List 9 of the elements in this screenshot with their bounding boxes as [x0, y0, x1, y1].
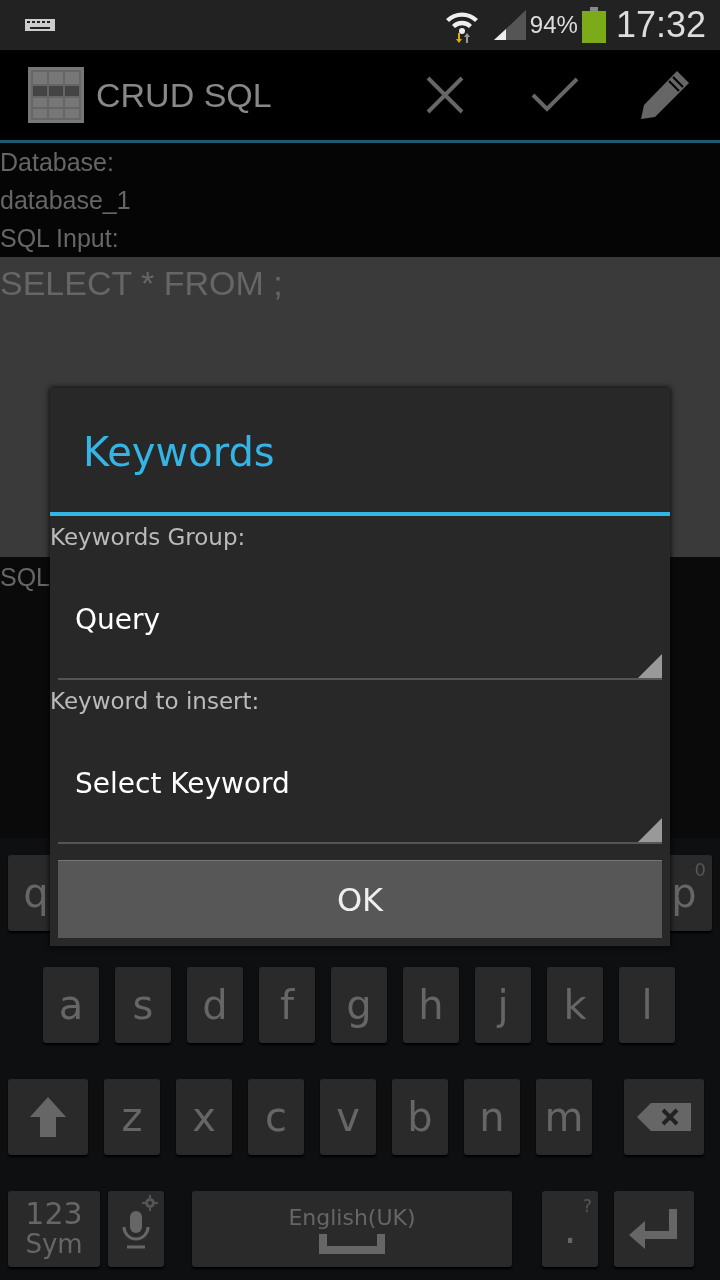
clock-time: 17:32: [615, 4, 706, 46]
dialog-title: Keywords: [50, 388, 670, 516]
battery-percent: 94%: [529, 11, 578, 39]
field-label: Keyword to insert:: [50, 687, 261, 716]
app-title: CRUD SQL: [96, 75, 273, 115]
field-label: Keywords Group:: [50, 523, 247, 552]
database-name: database_1: [0, 181, 720, 219]
database-label: Database:: [0, 143, 720, 181]
sql-input-label: SQL Input:: [0, 219, 720, 257]
